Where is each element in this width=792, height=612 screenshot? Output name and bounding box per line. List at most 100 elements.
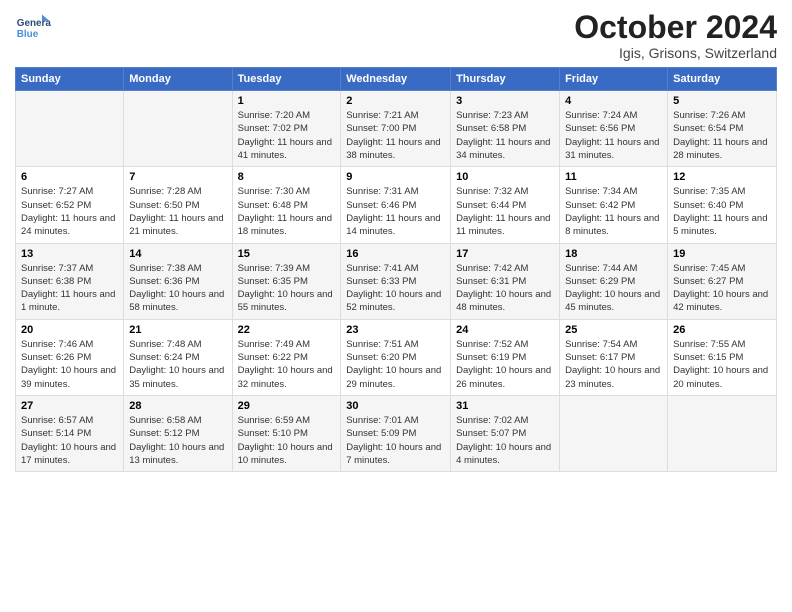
- day-content: Sunrise: 6:58 AM Sunset: 5:12 PM Dayligh…: [129, 414, 226, 467]
- day-number: 3: [456, 95, 554, 107]
- day-number: 11: [565, 171, 662, 183]
- day-content: Sunrise: 7:38 AM Sunset: 6:36 PM Dayligh…: [129, 262, 226, 315]
- calendar-cell: 12 Sunrise: 7:35 AM Sunset: 6:40 PM Dayli…: [668, 167, 777, 243]
- day-number: 26: [673, 324, 771, 336]
- calendar-cell: 24Sunrise: 7:52 AM Sunset: 6:19 PM Dayli…: [451, 319, 560, 395]
- calendar-cell: 15 Sunrise: 7:39 AM Sunset: 6:35 PM Dayli…: [232, 243, 341, 319]
- weekday-header-sunday: Sunday: [16, 68, 124, 91]
- weekday-header-tuesday: Tuesday: [232, 68, 341, 91]
- day-content: Sunrise: 7:51 AM Sunset: 6:20 PM Dayligh…: [346, 338, 445, 391]
- day-content: Sunrise: 7:48 AM Sunset: 6:24 PM Dayligh…: [129, 338, 226, 391]
- day-number: 22: [238, 324, 336, 336]
- calendar-cell: 3 Sunrise: 7:23 AM Sunset: 6:58 PM Daylig…: [451, 91, 560, 167]
- calendar-body: 1 Sunrise: 7:20 AM Sunset: 7:02 PM Daylig…: [16, 91, 777, 472]
- day-number: 15: [238, 248, 336, 260]
- week-row-1: 1 Sunrise: 7:20 AM Sunset: 7:02 PM Daylig…: [16, 91, 777, 167]
- day-content: Sunrise: 7:37 AM Sunset: 6:38 PM Dayligh…: [21, 262, 118, 315]
- day-number: 20: [21, 324, 118, 336]
- day-number: 16: [346, 248, 445, 260]
- day-number: 6: [21, 171, 118, 183]
- calendar-cell: 22 Sunrise: 7:49 AM Sunset: 6:22 PM Dayli…: [232, 319, 341, 395]
- calendar-cell: 4Sunrise: 7:24 AM Sunset: 6:56 PM Daylig…: [560, 91, 668, 167]
- calendar-cell: 13 Sunrise: 7:37 AM Sunset: 6:38 PM Dayli…: [16, 243, 124, 319]
- day-content: Sunrise: 7:30 AM Sunset: 6:48 PM Dayligh…: [238, 185, 336, 238]
- day-number: 21: [129, 324, 226, 336]
- logo-icon: General Blue: [15, 10, 51, 46]
- week-row-4: 20 Sunrise: 7:46 AM Sunset: 6:26 PM Dayli…: [16, 319, 777, 395]
- day-content: Sunrise: 7:28 AM Sunset: 6:50 PM Dayligh…: [129, 185, 226, 238]
- calendar-cell: 21 Sunrise: 7:48 AM Sunset: 6:24 PM Dayli…: [124, 319, 232, 395]
- day-number: 19: [673, 248, 771, 260]
- day-content: Sunrise: 7:49 AM Sunset: 6:22 PM Dayligh…: [238, 338, 336, 391]
- day-content: Sunrise: 7:20 AM Sunset: 7:02 PM Dayligh…: [238, 109, 336, 162]
- calendar-cell: 5 Sunrise: 7:26 AM Sunset: 6:54 PM Daylig…: [668, 91, 777, 167]
- calendar-table: SundayMondayTuesdayWednesdayThursdayFrid…: [15, 67, 777, 472]
- calendar-cell: 28Sunrise: 6:58 AM Sunset: 5:12 PM Dayli…: [124, 395, 232, 471]
- calendar-cell: 7Sunrise: 7:28 AM Sunset: 6:50 PM Daylig…: [124, 167, 232, 243]
- day-number: 13: [21, 248, 118, 260]
- calendar-cell: 9 Sunrise: 7:31 AM Sunset: 6:46 PM Daylig…: [341, 167, 451, 243]
- calendar-cell: 2 Sunrise: 7:21 AM Sunset: 7:00 PM Daylig…: [341, 91, 451, 167]
- calendar-cell: 10 Sunrise: 7:32 AM Sunset: 6:44 PM Dayli…: [451, 167, 560, 243]
- calendar-cell: 20 Sunrise: 7:46 AM Sunset: 6:26 PM Dayli…: [16, 319, 124, 395]
- day-content: Sunrise: 7:32 AM Sunset: 6:44 PM Dayligh…: [456, 185, 554, 238]
- day-content: Sunrise: 6:59 AM Sunset: 5:10 PM Dayligh…: [238, 414, 336, 467]
- calendar-cell: 29 Sunrise: 6:59 AM Sunset: 5:10 PM Dayli…: [232, 395, 341, 471]
- header: General Blue October 2024 Igis, Grisons,…: [15, 10, 777, 61]
- day-content: Sunrise: 7:42 AM Sunset: 6:31 PM Dayligh…: [456, 262, 554, 315]
- calendar-cell: 6 Sunrise: 7:27 AM Sunset: 6:52 PM Daylig…: [16, 167, 124, 243]
- calendar-cell: [668, 395, 777, 471]
- week-row-3: 13 Sunrise: 7:37 AM Sunset: 6:38 PM Dayli…: [16, 243, 777, 319]
- day-content: Sunrise: 7:27 AM Sunset: 6:52 PM Dayligh…: [21, 185, 118, 238]
- day-content: Sunrise: 7:24 AM Sunset: 6:56 PM Dayligh…: [565, 109, 662, 162]
- day-content: Sunrise: 7:02 AM Sunset: 5:07 PM Dayligh…: [456, 414, 554, 467]
- calendar-cell: 11Sunrise: 7:34 AM Sunset: 6:42 PM Dayli…: [560, 167, 668, 243]
- calendar-cell: [124, 91, 232, 167]
- day-number: 9: [346, 171, 445, 183]
- weekday-header-thursday: Thursday: [451, 68, 560, 91]
- weekday-header-row: SundayMondayTuesdayWednesdayThursdayFrid…: [16, 68, 777, 91]
- calendar-cell: 23Sunrise: 7:51 AM Sunset: 6:20 PM Dayli…: [341, 319, 451, 395]
- day-content: Sunrise: 7:26 AM Sunset: 6:54 PM Dayligh…: [673, 109, 771, 162]
- calendar-cell: 31Sunrise: 7:02 AM Sunset: 5:07 PM Dayli…: [451, 395, 560, 471]
- day-number: 8: [238, 171, 336, 183]
- calendar-cell: [560, 395, 668, 471]
- week-row-5: 27Sunrise: 6:57 AM Sunset: 5:14 PM Dayli…: [16, 395, 777, 471]
- main-container: General Blue October 2024 Igis, Grisons,…: [0, 0, 792, 477]
- calendar-cell: 30Sunrise: 7:01 AM Sunset: 5:09 PM Dayli…: [341, 395, 451, 471]
- weekday-header-wednesday: Wednesday: [341, 68, 451, 91]
- day-content: Sunrise: 7:23 AM Sunset: 6:58 PM Dayligh…: [456, 109, 554, 162]
- logo: General Blue: [15, 10, 55, 46]
- calendar-header: SundayMondayTuesdayWednesdayThursdayFrid…: [16, 68, 777, 91]
- day-content: Sunrise: 7:45 AM Sunset: 6:27 PM Dayligh…: [673, 262, 771, 315]
- day-number: 25: [565, 324, 662, 336]
- calendar-cell: 27Sunrise: 6:57 AM Sunset: 5:14 PM Dayli…: [16, 395, 124, 471]
- month-title: October 2024: [574, 10, 777, 45]
- calendar-cell: 14Sunrise: 7:38 AM Sunset: 6:36 PM Dayli…: [124, 243, 232, 319]
- day-content: Sunrise: 7:39 AM Sunset: 6:35 PM Dayligh…: [238, 262, 336, 315]
- day-number: 18: [565, 248, 662, 260]
- day-number: 30: [346, 400, 445, 412]
- day-content: Sunrise: 7:44 AM Sunset: 6:29 PM Dayligh…: [565, 262, 662, 315]
- weekday-header-saturday: Saturday: [668, 68, 777, 91]
- day-number: 1: [238, 95, 336, 107]
- day-content: Sunrise: 7:55 AM Sunset: 6:15 PM Dayligh…: [673, 338, 771, 391]
- calendar-cell: 1 Sunrise: 7:20 AM Sunset: 7:02 PM Daylig…: [232, 91, 341, 167]
- calendar-cell: 18 Sunrise: 7:44 AM Sunset: 6:29 PM Dayli…: [560, 243, 668, 319]
- weekday-header-friday: Friday: [560, 68, 668, 91]
- day-number: 17: [456, 248, 554, 260]
- day-content: Sunrise: 7:31 AM Sunset: 6:46 PM Dayligh…: [346, 185, 445, 238]
- calendar-cell: 8 Sunrise: 7:30 AM Sunset: 6:48 PM Daylig…: [232, 167, 341, 243]
- day-number: 12: [673, 171, 771, 183]
- day-content: Sunrise: 7:21 AM Sunset: 7:00 PM Dayligh…: [346, 109, 445, 162]
- weekday-header-monday: Monday: [124, 68, 232, 91]
- day-number: 2: [346, 95, 445, 107]
- day-number: 29: [238, 400, 336, 412]
- title-block: October 2024 Igis, Grisons, Switzerland: [574, 10, 777, 61]
- day-content: Sunrise: 7:35 AM Sunset: 6:40 PM Dayligh…: [673, 185, 771, 238]
- day-number: 5: [673, 95, 771, 107]
- day-content: Sunrise: 7:46 AM Sunset: 6:26 PM Dayligh…: [21, 338, 118, 391]
- calendar-cell: 19 Sunrise: 7:45 AM Sunset: 6:27 PM Dayli…: [668, 243, 777, 319]
- calendar-cell: 26 Sunrise: 7:55 AM Sunset: 6:15 PM Dayli…: [668, 319, 777, 395]
- day-number: 10: [456, 171, 554, 183]
